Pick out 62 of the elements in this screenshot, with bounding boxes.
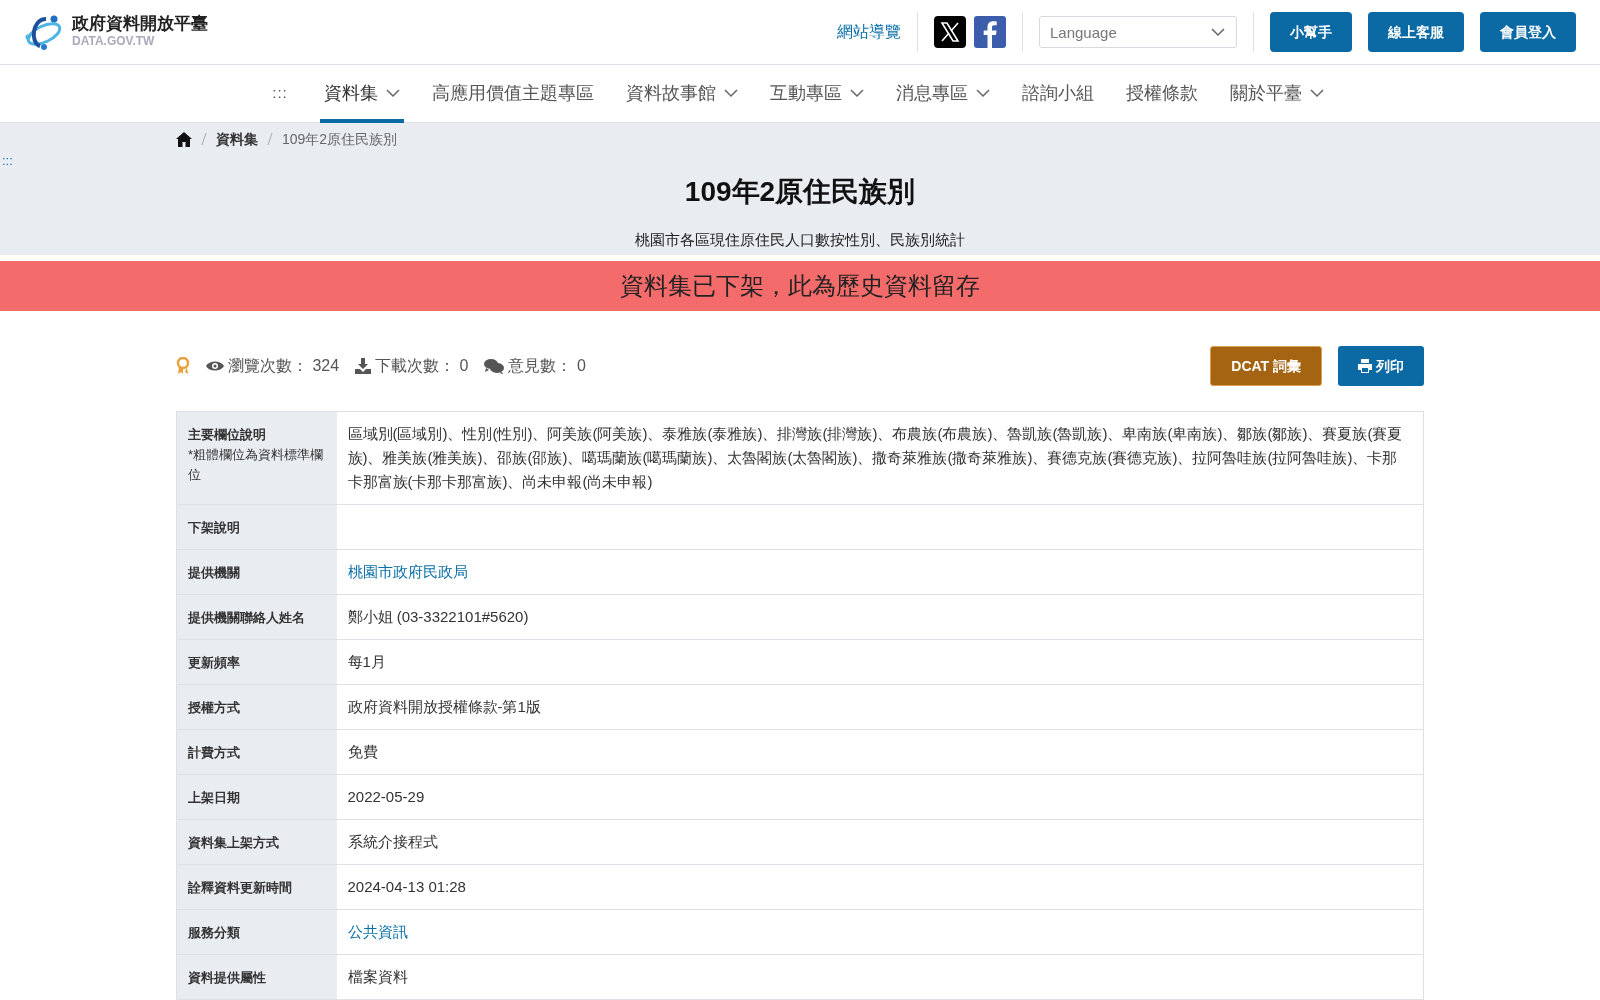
nav-tab[interactable]: 消息專區 [891, 64, 994, 123]
field-label: 主要欄位說明 [188, 427, 266, 443]
field-value: 每1月 [347, 653, 386, 671]
award-icon [176, 357, 190, 376]
facebook-icon[interactable] [974, 16, 1006, 48]
archived-notice: 資料集已下架，此為歷史資料留存 [620, 271, 980, 302]
field-value: 政府資料開放授權條款-第1版 [347, 698, 541, 716]
breadcrumb-link[interactable]: 資料集 [216, 128, 258, 150]
dataset-description: 桃園市各區現住原住民人口數按性別、民族別統計 [634, 229, 966, 250]
nav-tab[interactable]: 高應用價值主題專區 [427, 64, 598, 123]
header-button[interactable]: 線上客服 [1368, 12, 1464, 52]
breadcrumb-current: 109年2原住民族別 [282, 129, 398, 149]
field-label: 提供機關 [176, 549, 337, 595]
eye-icon [206, 360, 224, 373]
logo-icon [24, 13, 64, 51]
header-button[interactable]: 會員登入 [1480, 12, 1576, 52]
nav-tab[interactable]: 諮詢小組 [1017, 64, 1098, 123]
field-label: 授權方式 [176, 684, 337, 730]
field-link[interactable]: 公共資訊 [347, 923, 408, 941]
chevron-down-icon [1211, 28, 1225, 37]
nav-tab[interactable]: 關於平臺 [1225, 64, 1328, 123]
dataset-title: 109年2原住民族別 [683, 175, 917, 209]
breadcrumb-separator-icon [201, 132, 207, 146]
stat-count: 下載次數： 0 [375, 356, 469, 377]
field-link[interactable]: 桃園市政府民政局 [347, 563, 468, 581]
field-label: 上架日期 [176, 774, 337, 820]
home-icon[interactable] [176, 131, 192, 147]
field-value: 鄭小姐 (03-3322101#5620) [347, 608, 529, 626]
field-label: 下架說明 [176, 504, 337, 550]
language-select[interactable]: Language [1039, 16, 1237, 48]
field-value: 免費 [347, 743, 378, 761]
site-domain: DATA.GOV.TW [72, 34, 156, 49]
stat-count: 意見數： 0 [508, 356, 586, 377]
field-value: 2024-04-13 01:28 [347, 878, 466, 896]
field-value: 2022-05-29 [347, 788, 425, 806]
stat-count: 瀏覽次數： 324 [228, 356, 340, 377]
field-label: 服務分類 [176, 909, 337, 955]
nav-tab[interactable]: 授權條款 [1121, 64, 1202, 123]
field-label: 計費方式 [176, 729, 337, 775]
accesskey-link[interactable]: ::: [2, 153, 13, 168]
sitemap-link[interactable]: 網站導覽 [837, 20, 901, 44]
download-icon [355, 358, 372, 375]
nav-tab[interactable]: 資料故事館 [621, 64, 742, 123]
nav-tab[interactable]: 互動專區 [765, 64, 868, 123]
header-button[interactable]: 小幫手 [1270, 12, 1352, 52]
print-button[interactable]: 列印 [1338, 346, 1424, 387]
field-label: 資料提供屬性 [176, 954, 337, 1000]
comments-icon [484, 358, 505, 375]
field-label: 資料集上架方式 [176, 819, 337, 865]
field-label: 提供機關聯絡人姓名 [176, 594, 337, 640]
x-social-icon[interactable] [934, 16, 966, 48]
field-note: *粗體欄位為資料標準欄位 [188, 445, 325, 484]
breadcrumb-separator-icon [267, 132, 273, 146]
field-label: 更新頻率 [176, 639, 337, 685]
field-value: 系統介接程式 [347, 833, 438, 851]
field-value: 檔案資料 [347, 968, 408, 986]
printer-icon [1358, 359, 1372, 374]
site-title: 政府資料開放平臺 [72, 15, 208, 35]
field-label: 詮釋資料更新時間 [176, 864, 337, 910]
field-value: 區域別(區域別)、性別(性別)、阿美族(阿美族)、泰雅族(泰雅族)、排灣族(排灣族)、布農族(布農族)、魯凱族(魯凱族)、卑南族(卑南族)、鄒族(鄒族)、賽夏族(賽夏族)、雅美族(雅美族)、邵族(邵族)、噶瑪蘭族(噶瑪蘭族)、太魯閣族(太魯閣族)、撒奇萊雅族(撒奇萊雅族)、賽德克族(賽德克族)、拉阿魯哇族(拉阿魯哇族)、卡那卡那富族(卡那卡那富族)、尚未申報(尚未申報) [347, 425, 1403, 491]
dcat-button[interactable]: DCAT 詞彙 [1210, 346, 1322, 387]
accesskey-link[interactable]: ::: [272, 82, 288, 105]
